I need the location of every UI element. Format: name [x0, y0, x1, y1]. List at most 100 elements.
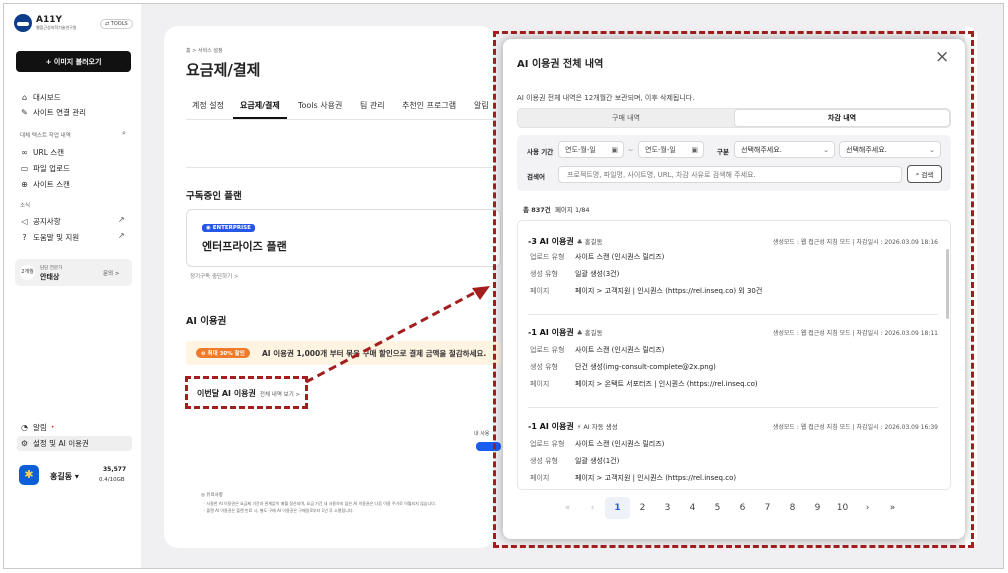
scrollbar[interactable]: [946, 249, 949, 319]
last-page-button[interactable]: »: [880, 497, 905, 519]
date-from-input[interactable]: 연도-월-일 ▣: [558, 141, 624, 158]
expert-name: 안태상: [40, 273, 60, 281]
expert-avatar: 2개월: [20, 265, 35, 280]
sidebar-item-site-connection[interactable]: ✎ 사이트 연결 관리: [20, 107, 86, 118]
type-select-2[interactable]: 선택해주세요. ⌄: [839, 141, 941, 158]
tools-switch-button[interactable]: ⇄ TOOLS: [100, 19, 133, 29]
list-divider: [528, 314, 938, 315]
wrench-icon: ✎: [21, 108, 28, 117]
field-value: 일괄 생성(1건): [575, 457, 620, 465]
logo-subtitle: 웹접근성과학기술연구원: [36, 24, 77, 30]
external-link-icon: ↗: [118, 231, 125, 240]
section-divider: [186, 167, 494, 168]
list-divider: [528, 407, 938, 408]
page-button[interactable]: 10: [830, 497, 855, 519]
logo[interactable]: A11Y 웹접근성과학기술연구원: [14, 14, 76, 32]
sidebar-item-file-upload[interactable]: ▭ 파일 업로드: [20, 163, 70, 174]
calendar-icon: ▣: [611, 145, 618, 154]
list-item: -1 AI 이용권 ⚡ AI 자동 생성 생성모드 : 웹 접근성 지침 모드 | …: [528, 421, 938, 489]
page-button[interactable]: 8: [780, 497, 805, 519]
tab-deduction-history[interactable]: 차감 내역: [734, 109, 950, 127]
tab-account[interactable]: 계정 설정: [192, 100, 224, 111]
expert-role: 담당 전문가: [40, 266, 63, 271]
entry-meta: 생성모드 : 웹 접근성 지침 모드 | 차감일시 : 2026.03.09 1…: [772, 239, 938, 246]
page-button[interactable]: 3: [655, 497, 680, 519]
page-button[interactable]: 1: [605, 497, 630, 519]
tab-team[interactable]: 팀 관리: [360, 100, 385, 111]
pointer-arrow: [305, 286, 490, 384]
import-image-button[interactable]: + 이미지 불러오기: [16, 51, 131, 72]
notes: · 사용한 AI 이용권은 요금제 기간과 관계없이 매월 정산되며, 요금 기…: [204, 500, 436, 514]
history-list[interactable]: -3 AI 이용권 ♣ 홍길동 생성모드 : 웹 접근성 지침 모드 | 차감일시 …: [517, 220, 951, 490]
page-indicator: 페이지 1/84: [554, 206, 590, 214]
prev-page-button[interactable]: ‹: [580, 497, 605, 519]
search-icon[interactable]: ⌕: [122, 129, 126, 138]
page-button[interactable]: 5: [705, 497, 730, 519]
close-icon[interactable]: ×: [935, 49, 949, 66]
field-value: 일괄 생성(3건): [575, 270, 620, 278]
sidebar-item-help[interactable]: ? 도움말 및 지원: [20, 232, 79, 243]
period-label: 사용 기간: [527, 148, 554, 156]
search-label: 검색어: [527, 173, 545, 181]
sidebar-item-notice[interactable]: ◁ 공지사항: [20, 216, 60, 227]
date-to-input[interactable]: 연도-월-일 ▣: [638, 141, 704, 158]
page-button[interactable]: 6: [730, 497, 755, 519]
sidebar-item-label: 설정 및 AI 이용권: [33, 439, 89, 448]
field-value: 사이트 스캔 (인시퀀스 릴리즈): [575, 440, 665, 448]
search-input[interactable]: 프로젝트명, 파일명, 사이트명, URL, 차감 사유로 검색해 주세요.: [558, 166, 902, 183]
sidebar-item-settings[interactable]: ⚙ 설정 및 AI 이용권: [17, 436, 132, 451]
sidebar-item-label: 알림: [33, 423, 47, 432]
note-item: · 사용한 AI 이용권은 요금제 기간과 관계없이 매월 정산되며, 요금 기…: [204, 501, 437, 506]
page-button[interactable]: 7: [755, 497, 780, 519]
section-history-label: 대체 텍스트 작업 내역: [20, 133, 71, 139]
history-segment-control: 구매 내역 차감 내역: [517, 108, 951, 128]
field-value: 페이지 > 온택트 서포터즈 | 인시퀀스 (https://rel.inseq…: [575, 380, 758, 388]
expert-contact-card[interactable]: 2개월 담당 전문가 안태상 문의 >: [15, 259, 132, 286]
total-count: 총 837건: [523, 206, 551, 214]
avatar: ✱: [19, 465, 39, 485]
page-button[interactable]: 2: [630, 497, 655, 519]
page-button[interactable]: 9: [805, 497, 830, 519]
sidebar-item-label: 도움말 및 지원: [33, 233, 80, 242]
cancel-subscription-link[interactable]: 정기구독 중단하기 >: [190, 272, 239, 280]
pagination: « ‹ 1 2 3 4 5 6 7 8 9 10 › »: [555, 497, 905, 519]
search-button[interactable]: ⌕ 검색: [907, 165, 942, 183]
chevron-down-icon: ⌄: [929, 145, 935, 154]
next-page-button[interactable]: ›: [855, 497, 880, 519]
tab-billing[interactable]: 요금제/결제: [240, 100, 280, 111]
type-select-1[interactable]: 선택해주세요. ⌄: [734, 141, 835, 158]
bell-icon: ◔: [21, 423, 28, 432]
user-name: 홍길동 ▾: [50, 472, 79, 481]
sidebar-item-label: 사이트 연결 관리: [33, 108, 87, 117]
tab-notifications[interactable]: 알림: [474, 100, 489, 111]
tab-referral[interactable]: 추천인 프로그램: [402, 100, 456, 111]
contact-link[interactable]: 문의 >: [103, 269, 119, 277]
tab-tools[interactable]: Tools 사용권: [298, 100, 342, 111]
tab-purchase-history[interactable]: 구매 내역: [518, 109, 734, 127]
breadcrumb: 홈 > 서비스 설정: [186, 48, 223, 54]
chevron-down-icon: ⌄: [823, 145, 829, 154]
list-item: -3 AI 이용권 ♣ 홍길동 생성모드 : 웹 접근성 지침 모드 | 차감일시 …: [528, 236, 938, 303]
sidebar-item-site-scan[interactable]: ⊕ 사이트 스캔: [20, 179, 70, 190]
sidebar-item-url-scan[interactable]: ∞ URL 스캔: [20, 147, 64, 158]
field-value: 사이트 스캔 (인시퀀스 릴리즈): [575, 253, 665, 261]
list-item: -1 AI 이용권 ♣ 홍길동 생성모드 : 웹 접근성 지침 모드 | 차감일시 …: [528, 327, 938, 396]
user-profile[interactable]: ✱ 홍길동 ▾ 35,577 0.4/10GB: [15, 461, 135, 491]
entry-amount: -3 AI 이용권 ♣ 홍길동: [528, 237, 603, 246]
subscribed-plan-heading: 구독중인 플랜: [186, 191, 242, 202]
type-label: 구분: [717, 148, 729, 156]
help-icon: ?: [22, 233, 27, 242]
plan-card: ◉ ENTERPRISE 엔터프라이즈 플랜: [186, 209, 501, 267]
modal-description: AI 이용권 전체 내역은 12개월간 보관되며, 이후 삭제됩니다.: [517, 94, 695, 102]
entry-amount: -1 AI 이용권 ⚡ AI 자동 생성: [528, 422, 618, 431]
sidebar-item-dashboard[interactable]: ⌂ 대시보드: [20, 92, 61, 103]
first-page-button[interactable]: «: [555, 497, 580, 519]
result-summary: 총 837건 페이지 1/84: [523, 204, 590, 214]
sidebar-item-label: URL 스캔: [33, 148, 65, 157]
page-button[interactable]: 4: [680, 497, 705, 519]
external-link-icon: ↗: [118, 215, 125, 224]
sidebar: A11Y 웹접근성과학기술연구원 ⇄ TOOLS + 이미지 불러오기 ⌂ 대시보…: [4, 4, 141, 568]
date-separator: ~: [628, 146, 634, 154]
section-news-label: 소식: [20, 203, 31, 209]
sidebar-item-notifications[interactable]: ◔ 알림 •: [20, 422, 54, 433]
